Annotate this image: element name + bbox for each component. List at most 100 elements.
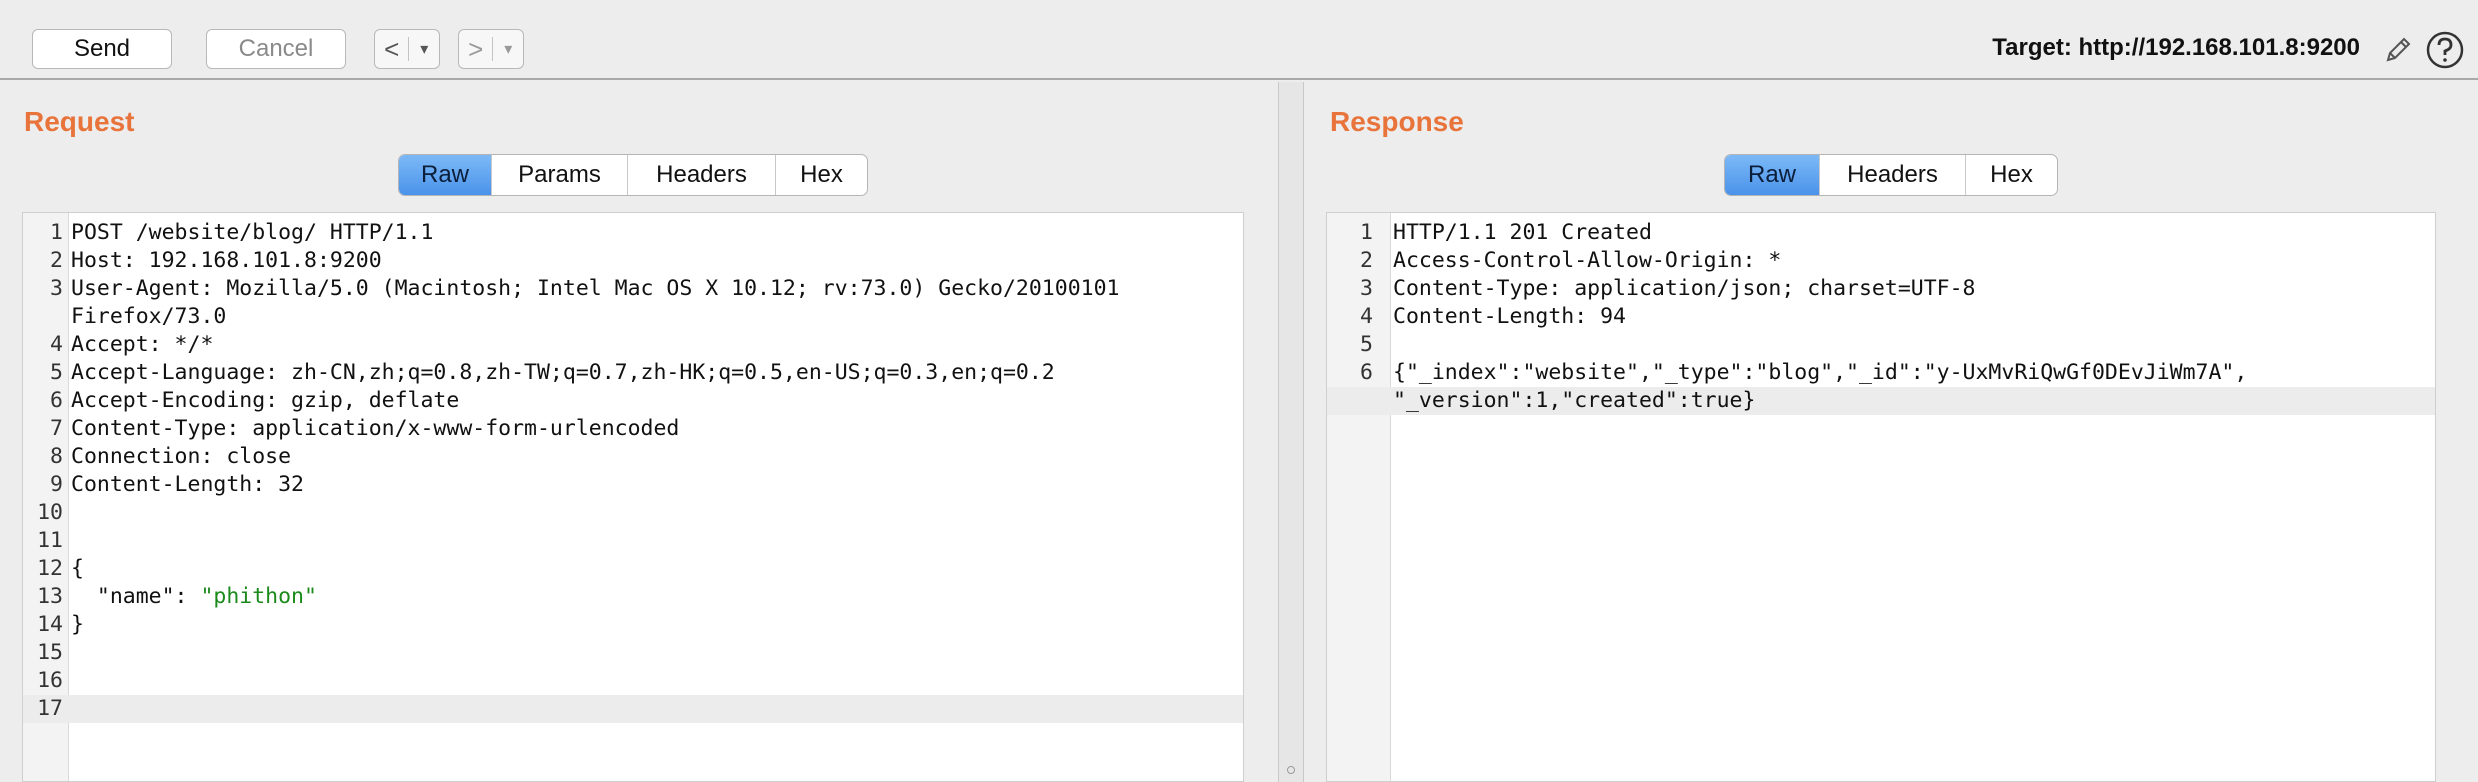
line-text: User-Agent: Mozilla/5.0 (Macintosh; Inte…: [71, 275, 1119, 303]
code-line[interactable]: 6 Accept-Encoding: gzip, deflate: [23, 387, 1243, 415]
line-text-content: POST /website/blog/ HTTP/1.1: [71, 220, 434, 245]
line-text: Accept-Encoding: gzip, deflate: [71, 387, 459, 415]
code-line[interactable]: 8 Connection: close: [23, 443, 1243, 471]
line-text-content: User-Agent: Mozilla/5.0 (Macintosh; Inte…: [71, 276, 1120, 301]
code-line[interactable]: 3 Content-Type: application/json; charset…: [1327, 275, 2435, 303]
back-arrow-icon: <: [384, 33, 400, 64]
send-button[interactable]: Send: [32, 29, 172, 69]
line-number: 14: [37, 612, 63, 637]
forward-arrow-icon: >: [468, 33, 484, 64]
line-text-content: }: [71, 612, 84, 637]
line-text: Accept-Language: zh-CN,zh;q=0.8,zh-TW;q=…: [71, 359, 1055, 387]
line-number: 4: [50, 332, 63, 357]
back-history-dropdown-icon[interactable]: ▾: [409, 39, 439, 59]
line-number: 1: [50, 220, 63, 245]
code-line[interactable]: 16: [23, 667, 1243, 695]
code-line[interactable]: 7 Content-Type: application/x-www-form-ur…: [23, 415, 1243, 443]
line-number: 17: [37, 696, 63, 721]
line-text: Content-Length: 94: [1393, 303, 1626, 331]
request-editor[interactable]: 1 POST /website/blog/ HTTP/1.1 2 Host: 192.…: [22, 212, 1244, 782]
code-line[interactable]: 11: [23, 527, 1243, 555]
line-text-content: Accept-Encoding: gzip, deflate: [71, 388, 460, 413]
split-pane-divider[interactable]: [1278, 82, 1304, 782]
history-back-button[interactable]: < ▾: [374, 29, 440, 69]
divider-grip-icon[interactable]: [1287, 766, 1295, 774]
line-text-content: Accept-Language: zh-CN,zh;q=0.8,zh-TW;q=…: [71, 360, 1055, 385]
line-text-content: Access-Control-Allow-Origin: *: [1393, 248, 1782, 273]
code-line[interactable]: 1 POST /website/blog/ HTTP/1.1: [23, 219, 1243, 247]
line-text-content: {"_index":"website","_type":"blog","_id"…: [1393, 360, 2248, 385]
code-line[interactable]: 1 HTTP/1.1 201 Created: [1327, 219, 2435, 247]
line-text-content: "name":: [71, 584, 201, 609]
string-literal: "phithon": [200, 584, 317, 609]
request-tab-headers[interactable]: Headers: [627, 155, 775, 195]
line-text-content: Content-Type: application/json; charset=…: [1393, 276, 1976, 301]
line-text: Firefox/73.0: [71, 303, 226, 331]
code-line[interactable]: 9 Content-Length: 32: [23, 471, 1243, 499]
line-text: POST /website/blog/ HTTP/1.1: [71, 219, 433, 247]
request-panel: Request Raw Params Headers Hex 1 POST /we…: [0, 82, 1278, 782]
request-tabs: Raw Params Headers Hex: [398, 154, 868, 196]
response-title: Response: [1330, 106, 1464, 137]
line-text: {: [71, 555, 84, 583]
code-line[interactable]: 12 {: [23, 555, 1243, 583]
line-number: 6: [50, 388, 63, 413]
code-line[interactable]: 5: [1327, 331, 2435, 359]
response-tab-headers[interactable]: Headers: [1819, 155, 1965, 195]
line-number: 8: [50, 444, 63, 469]
line-number: 5: [1360, 332, 1373, 357]
line-number: 6: [1360, 360, 1373, 385]
code-line[interactable]: 17: [23, 695, 1243, 723]
code-line[interactable]: 4 Accept: */*: [23, 331, 1243, 359]
line-number: 4: [1360, 304, 1373, 329]
line-text-content: Host: 192.168.101.8:9200: [71, 248, 382, 273]
request-tab-params[interactable]: Params: [491, 155, 627, 195]
response-tab-hex[interactable]: Hex: [1965, 155, 2057, 195]
line-text-content: Content-Length: 32: [71, 472, 304, 497]
line-number: 12: [37, 556, 63, 581]
line-text-content: Content-Type: application/x-www-form-url…: [71, 416, 680, 441]
forward-history-dropdown-icon[interactable]: ▾: [493, 39, 523, 59]
line-text: Content-Length: 32: [71, 471, 304, 499]
line-text-content: Accept: */*: [71, 332, 214, 357]
code-line[interactable]: 5 Accept-Language: zh-CN,zh;q=0.8,zh-TW;q…: [23, 359, 1243, 387]
code-line[interactable]: 14}: [23, 611, 1243, 639]
code-line[interactable]: 6 {"_index":"website","_type":"blog","_id…: [1327, 359, 2435, 387]
history-forward-button[interactable]: > ▾: [458, 29, 524, 69]
code-line[interactable]: 15: [23, 639, 1243, 667]
response-code[interactable]: 1 HTTP/1.1 201 Created 2 Access-Control-All…: [1327, 219, 2435, 415]
toolbar: Send Cancel < ▾ > ▾ Target: http://192.1…: [0, 0, 2478, 80]
line-text: Connection: close: [71, 443, 291, 471]
line-text-content: HTTP/1.1 201 Created: [1393, 220, 1652, 245]
line-number: 1: [1360, 220, 1373, 245]
line-text: }: [71, 611, 84, 639]
request-code[interactable]: 1 POST /website/blog/ HTTP/1.1 2 Host: 192.…: [23, 219, 1243, 723]
request-title: Request: [24, 106, 135, 137]
line-text: Content-Type: application/json; charset=…: [1393, 275, 1975, 303]
line-text: {"_index":"website","_type":"blog","_id"…: [1393, 359, 2247, 387]
response-tab-raw[interactable]: Raw: [1725, 155, 1819, 195]
code-line[interactable]: 2 Host: 192.168.101.8:9200: [23, 247, 1243, 275]
line-text-content: Content-Length: 94: [1393, 304, 1626, 329]
line-number: 2: [1360, 248, 1373, 273]
code-line[interactable]: "_version":1,"created":true}: [1327, 387, 2435, 415]
request-tab-hex[interactable]: Hex: [775, 155, 867, 195]
line-number: 7: [50, 416, 63, 441]
code-line[interactable]: 4 Content-Length: 94: [1327, 303, 2435, 331]
line-number: 3: [50, 276, 63, 301]
cancel-button[interactable]: Cancel: [206, 29, 346, 69]
line-text-content: Connection: close: [71, 444, 292, 469]
response-editor[interactable]: 1 HTTP/1.1 201 Created 2 Access-Control-All…: [1326, 212, 2436, 782]
help-icon[interactable]: [2425, 30, 2465, 70]
code-line[interactable]: Firefox/73.0: [23, 303, 1243, 331]
line-text-content: "_version":1,"created":true}: [1393, 388, 1756, 413]
code-line[interactable]: 3 User-Agent: Mozilla/5.0 (Macintosh; Int…: [23, 275, 1243, 303]
code-line[interactable]: 10: [23, 499, 1243, 527]
pencil-icon[interactable]: [2382, 34, 2414, 66]
code-line[interactable]: 2 Access-Control-Allow-Origin: *: [1327, 247, 2435, 275]
line-text: HTTP/1.1 201 Created: [1393, 219, 1652, 247]
code-line[interactable]: 13 "name": "phithon": [23, 583, 1243, 611]
request-tab-raw[interactable]: Raw: [399, 155, 491, 195]
line-text: Content-Type: application/x-www-form-url…: [71, 415, 679, 443]
target-label: Target: http://192.168.101.8:9200: [1992, 34, 2360, 61]
